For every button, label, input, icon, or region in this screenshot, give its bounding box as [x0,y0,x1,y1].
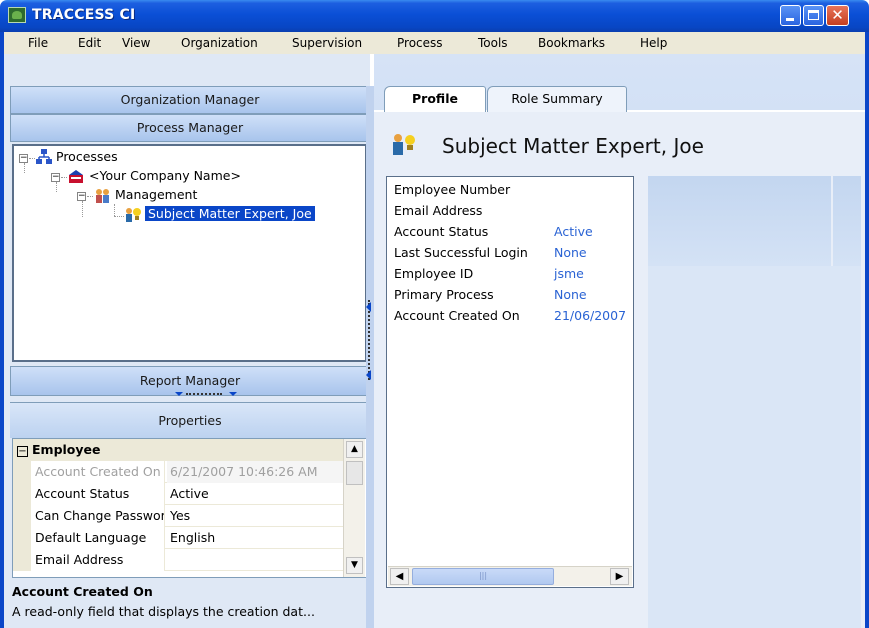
property-name: Can Change Password [13,505,165,527]
close-button[interactable]: ✕ [826,5,849,26]
scroll-up-icon[interactable]: ▲ [346,441,363,458]
menu-supervision[interactable]: Supervision [292,36,362,50]
organization-manager-header[interactable]: Organization Manager [10,86,370,114]
property-name: Default Language [13,527,165,549]
property-row-default-language[interactable]: Default Language English [13,527,343,549]
profile-info-panel: Employee Number Email Address Account St… [386,176,634,588]
company-icon [68,169,86,185]
property-category[interactable]: − Employee [13,439,343,461]
tree-connector [56,182,57,192]
splitter-left-arrow-icon[interactable] [366,302,371,312]
property-value[interactable]: Active [167,483,343,505]
property-grid-scrollbar[interactable]: ▲ ▼ [343,439,365,577]
property-name: Account Status [13,483,165,505]
property-value[interactable]: English [167,527,343,549]
selected-employee-label: Subject Matter Expert, Joe [145,206,315,221]
field-value-account-created: 21/06/2007 [554,308,627,323]
collapse-processes-toggle[interactable]: − [19,154,28,163]
menu-bookmarks[interactable]: Bookmarks [538,36,605,50]
property-description-text: A read-only field that displays the crea… [12,604,315,619]
menu-edit[interactable]: Edit [78,36,101,50]
minimize-button[interactable] [780,5,801,26]
tree-connector [114,216,124,217]
window-frame-right [865,54,869,628]
maximize-icon [808,10,819,20]
tree-connector [29,158,35,159]
split-grip[interactable] [186,393,222,395]
field-label-primary-process: Primary Process [394,287,494,302]
profile-side-panel [648,176,831,266]
property-value[interactable]: Yes [167,505,343,527]
scroll-thumb[interactable] [346,461,363,485]
collapse-management-toggle[interactable]: − [77,192,86,201]
scroll-right-icon[interactable]: ▶ [610,568,629,585]
property-row-account-created[interactable]: Account Created On 6/21/2007 10:46:26 AM [13,461,343,483]
tab-profile[interactable]: Profile [384,86,486,112]
property-description-title: Account Created On [12,584,153,599]
process-manager-header[interactable]: Process Manager [10,114,370,142]
property-row-can-change-password[interactable]: Can Change Password Yes [13,505,343,527]
profile-horizontal-scrollbar[interactable]: ◀ ||| ▶ [388,566,632,586]
title-bar: TRACCESS CI ✕ [0,0,869,32]
scroll-thumb[interactable]: ||| [412,568,554,585]
collapse-category-icon[interactable]: − [17,446,28,457]
close-icon: ✕ [831,6,844,24]
process-tree: − Processes − <Your Company Name> − Mana… [12,144,367,362]
properties-header: Properties [10,402,370,438]
tree-item-company[interactable]: <Your Company Name> [89,167,241,185]
tree-connector [114,204,115,216]
tree-connector [24,163,25,173]
field-label-employee-number: Employee Number [394,182,511,197]
app-tree-icon[interactable] [8,7,26,23]
split-down-arrow-right [229,392,237,396]
property-category-label: Employee [32,442,101,457]
tree-connector [82,201,83,217]
collapse-company-toggle[interactable]: − [51,173,60,182]
property-row-email-address[interactable]: Email Address [13,549,343,571]
scroll-down-icon[interactable]: ▼ [346,557,363,574]
menu-organization[interactable]: Organization [181,36,258,50]
tab-role-summary[interactable]: Role Summary [487,86,627,112]
field-value-last-login: None [554,245,587,260]
field-value-account-status: Active [554,224,593,239]
menu-help[interactable]: Help [640,36,667,50]
employee-expert-icon [390,133,438,157]
splitter-left-arrow-icon[interactable] [366,370,371,380]
employee-expert-icon [124,207,142,223]
profile-side-area [648,266,861,628]
tree-connector [87,196,93,197]
profile-title: Subject Matter Expert, Joe [442,134,704,158]
scroll-left-icon[interactable]: ◀ [390,568,409,585]
field-value-primary-process: None [554,287,587,302]
menu-process[interactable]: Process [397,36,443,50]
tree-connector [61,177,67,178]
property-name: Email Address [13,549,165,571]
split-down-arrow-left [175,392,183,396]
report-manager-header[interactable]: Report Manager [10,366,370,396]
splitter-grip[interactable] [368,300,371,380]
menu-file[interactable]: File [28,36,48,50]
menu-view[interactable]: View [122,36,150,50]
field-label-email-address: Email Address [394,203,483,218]
field-label-account-status: Account Status [394,224,489,239]
process-hierarchy-icon [36,149,52,165]
field-label-account-created: Account Created On [394,308,520,323]
field-label-employee-id: Employee ID [394,266,474,281]
property-grid: − Employee Account Created On 6/21/2007 1… [12,438,368,578]
property-row-account-status[interactable]: Account Status Active [13,483,343,505]
tree-item-processes[interactable]: Processes [56,148,118,166]
group-people-icon [94,188,112,204]
property-name: Account Created On [13,461,165,483]
window-title: TRACCESS CI [32,7,136,23]
field-value-employee-id: jsme [554,266,584,281]
menu-tools[interactable]: Tools [478,36,508,50]
menu-bar: File Edit View Organization Supervision … [0,32,869,54]
property-value-readonly: 6/21/2007 10:46:26 AM [167,461,343,483]
tree-item-selected-employee[interactable]: Subject Matter Expert, Joe [145,205,315,223]
minimize-icon [786,18,794,21]
profile-side-panel-edge [833,176,861,266]
field-label-last-login: Last Successful Login [394,245,528,260]
tree-item-management[interactable]: Management [115,186,197,204]
maximize-button[interactable] [803,5,824,26]
